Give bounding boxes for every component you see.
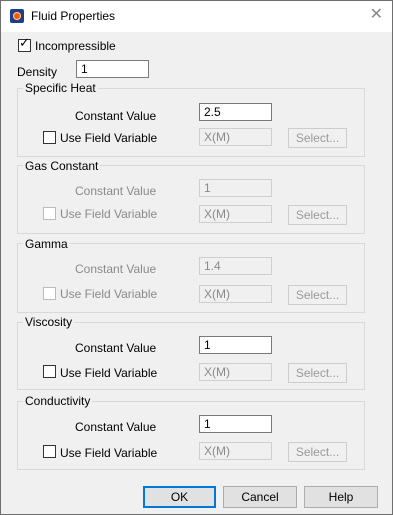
conductivity-constant-field[interactable]: 1	[199, 415, 272, 433]
gamma-select-button[interactable]: Select...	[288, 285, 347, 305]
conductivity-title: Conductivity	[23, 394, 93, 408]
density-field[interactable]: 1	[76, 60, 149, 78]
gamma-constant-field[interactable]: 1.4	[199, 257, 272, 275]
help-button[interactable]: Help	[304, 486, 378, 508]
viscosity-field-variable-checkbox[interactable]	[43, 365, 56, 378]
gamma-field-variable-checkbox[interactable]	[43, 287, 56, 300]
viscosity-title: Viscosity	[23, 315, 75, 329]
incompressible-checkbox[interactable]: ✓	[18, 35, 31, 52]
conductivity-constant-label: Constant Value	[75, 420, 157, 434]
gamma-constant-label: Constant Value	[75, 262, 157, 276]
gas-constant-select-button[interactable]: Select...	[288, 205, 347, 225]
incompressible-label: Incompressible	[35, 39, 116, 53]
checkmark-icon: ✓	[19, 35, 30, 50]
gas-constant-constant-label: Constant Value	[75, 184, 157, 198]
ok-button[interactable]: OK	[143, 486, 216, 508]
specific-heat-select-button[interactable]: Select...	[288, 128, 347, 148]
close-icon[interactable]: ✕	[370, 6, 383, 24]
specific-heat-constant-field[interactable]: 2.5	[199, 103, 272, 121]
gas-constant-field-variable-checkbox[interactable]	[43, 207, 56, 220]
gas-constant-constant-field[interactable]: 1	[199, 179, 272, 197]
gamma-field-variable-input[interactable]: X(M)	[199, 285, 272, 303]
gas-constant-field-variable-input[interactable]: X(M)	[199, 205, 272, 223]
specific-heat-field-variable-label: Use Field Variable	[60, 131, 158, 145]
gamma-field-variable-label: Use Field Variable	[60, 287, 158, 301]
gas-constant-title: Gas Constant	[23, 159, 101, 173]
app-logo-icon	[10, 9, 24, 23]
conductivity-field-variable-input[interactable]: X(M)	[199, 442, 272, 460]
viscosity-constant-label: Constant Value	[75, 341, 157, 355]
specific-heat-field-variable-input[interactable]: X(M)	[199, 128, 272, 146]
conductivity-field-variable-label: Use Field Variable	[60, 446, 158, 460]
specific-heat-title: Specific Heat	[23, 81, 98, 95]
conductivity-field-variable-checkbox[interactable]	[43, 445, 56, 458]
cancel-button[interactable]: Cancel	[223, 486, 297, 508]
viscosity-constant-field[interactable]: 1	[199, 336, 272, 354]
window-title: Fluid Properties	[31, 9, 116, 23]
viscosity-field-variable-input[interactable]: X(M)	[199, 363, 272, 381]
title-bar: Fluid Properties ✕	[1, 1, 392, 32]
gas-constant-field-variable-label: Use Field Variable	[60, 207, 158, 221]
viscosity-select-button[interactable]: Select...	[288, 363, 347, 383]
specific-heat-field-variable-checkbox[interactable]	[43, 131, 56, 144]
conductivity-select-button[interactable]: Select...	[288, 442, 347, 462]
fluid-properties-dialog: Fluid Properties ✕ ✓ Incompressible Dens…	[0, 0, 393, 515]
viscosity-field-variable-label: Use Field Variable	[60, 366, 158, 380]
gamma-title: Gamma	[23, 237, 70, 251]
density-label: Density	[17, 65, 58, 79]
specific-heat-constant-label: Constant Value	[75, 109, 157, 123]
